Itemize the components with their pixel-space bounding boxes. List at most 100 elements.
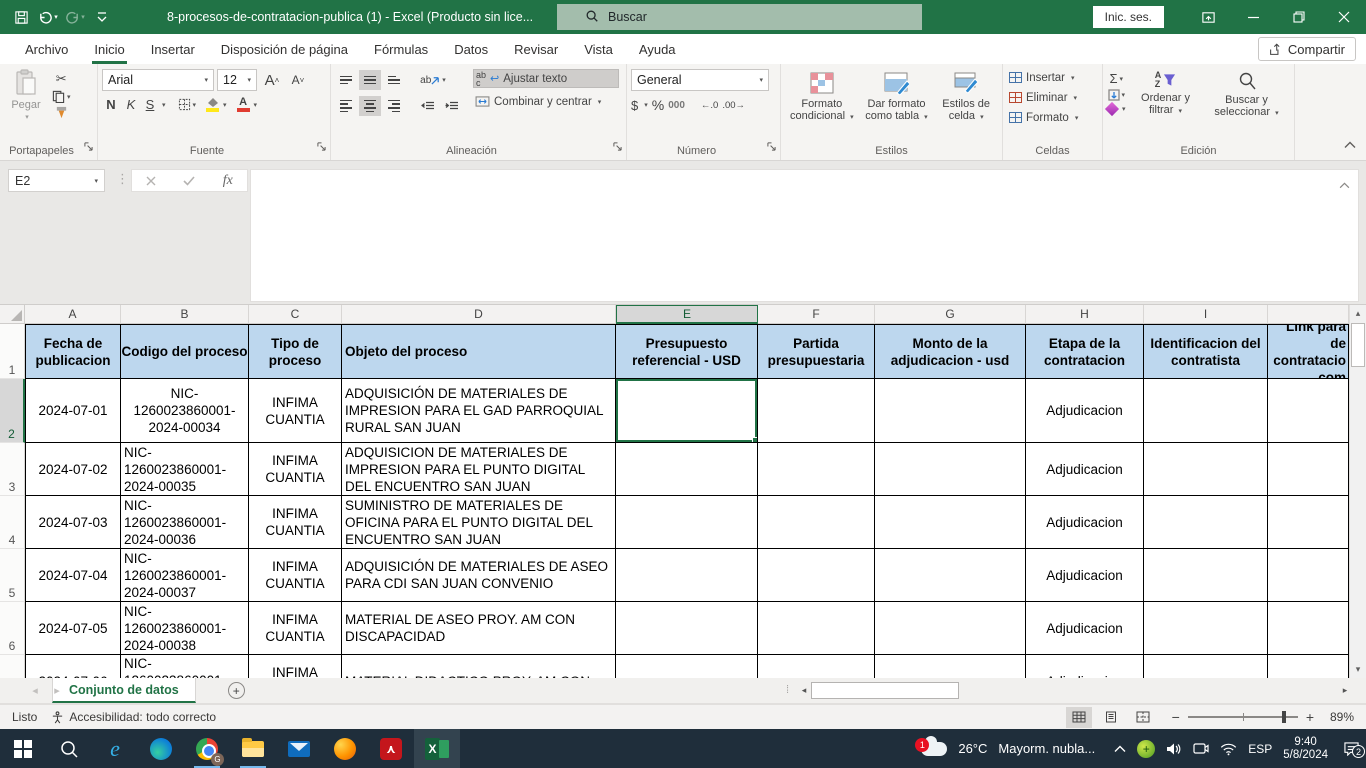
col-header-d[interactable]: D: [342, 305, 616, 324]
volume-icon[interactable]: [1166, 742, 1182, 756]
col-header-h[interactable]: H: [1026, 305, 1144, 324]
wrap-text-button[interactable]: abc↩ Ajustar texto: [473, 69, 619, 88]
cell[interactable]: NIC-1260023860001-2024-00038: [121, 602, 249, 655]
cell[interactable]: [1144, 379, 1268, 443]
header-cell[interactable]: Link para de contratacio com: [1268, 324, 1349, 379]
formula-input[interactable]: [250, 169, 1359, 302]
prev-sheet-icon[interactable]: ◂: [24, 678, 46, 703]
tab-inicio[interactable]: Inicio: [81, 34, 137, 64]
cancel-entry-icon[interactable]: [132, 176, 170, 186]
row-header-3[interactable]: 3: [0, 443, 25, 496]
row-header-7[interactable]: 7: [0, 655, 25, 678]
cell[interactable]: INFIMA CUANTIA: [249, 443, 342, 496]
scroll-up-icon[interactable]: ▴: [1350, 305, 1366, 322]
wifi-icon[interactable]: [1220, 742, 1237, 756]
header-cell[interactable]: Identificacion del contratista: [1144, 324, 1268, 379]
cell[interactable]: INFIMA CUANTIA: [249, 379, 342, 443]
copy-icon[interactable]: ▾: [52, 90, 71, 103]
close-button[interactable]: [1321, 0, 1366, 34]
font-size-select[interactable]: 12▾: [217, 69, 257, 91]
header-cell[interactable]: Tipo de proceso: [249, 324, 342, 379]
percent-format-icon[interactable]: %: [652, 97, 664, 113]
cell[interactable]: [758, 496, 875, 549]
comma-format-icon[interactable]: 000: [668, 100, 685, 111]
insert-function-icon[interactable]: fx: [209, 173, 247, 189]
zoom-slider-thumb[interactable]: [1282, 711, 1286, 723]
file-explorer-button[interactable]: [230, 729, 276, 768]
header-cell[interactable]: Presupuesto referencial - USD: [616, 324, 758, 379]
increase-indent-icon[interactable]: [441, 96, 463, 116]
cell[interactable]: NIC-1260023860001-2024-00036: [121, 496, 249, 549]
zoom-slider[interactable]: [1188, 716, 1298, 718]
fill-icon[interactable]: ▾: [1107, 89, 1126, 101]
cell[interactable]: Adjudicacion: [1026, 602, 1144, 655]
font-color-icon[interactable]: A: [237, 97, 250, 112]
cell[interactable]: [758, 379, 875, 443]
cell[interactable]: 2024-07-01: [25, 379, 121, 443]
format-painter-icon[interactable]: [52, 106, 71, 119]
cell[interactable]: [758, 655, 875, 678]
cell[interactable]: [1144, 443, 1268, 496]
firefox-button[interactable]: [322, 729, 368, 768]
cell[interactable]: MATERIAL DE ASEO PROY. AM CON DISCAPACID…: [342, 602, 616, 655]
cell[interactable]: INFIMA CUANTIA: [249, 549, 342, 602]
col-header-e[interactable]: E: [616, 305, 758, 324]
header-cell[interactable]: Partida presupuestaria: [758, 324, 875, 379]
hscroll-right-icon[interactable]: ▸: [1338, 682, 1352, 699]
tab-disposicion[interactable]: Disposición de página: [208, 34, 361, 64]
undo-button[interactable]: ▾: [35, 4, 61, 30]
tray-expand-icon[interactable]: [1114, 742, 1126, 756]
row-header-4[interactable]: 4: [0, 496, 25, 549]
format-cells-button[interactable]: Formato▾: [1007, 108, 1098, 127]
cell[interactable]: [758, 602, 875, 655]
selected-cell-e2[interactable]: [616, 379, 758, 443]
cell[interactable]: [1268, 443, 1349, 496]
cell[interactable]: [875, 602, 1026, 655]
next-sheet-icon[interactable]: ▸: [46, 678, 68, 703]
cell[interactable]: [616, 496, 758, 549]
row-header-1[interactable]: 1: [0, 324, 25, 379]
new-sheet-button[interactable]: +: [228, 682, 245, 699]
clock[interactable]: 9:40 5/8/2024: [1283, 736, 1328, 762]
cell[interactable]: INFIMA CUANTIA: [249, 496, 342, 549]
row-header-2[interactable]: 2: [0, 379, 25, 443]
align-bottom-icon[interactable]: [383, 70, 405, 90]
vertical-scrollbar[interactable]: ▴ ▾: [1349, 305, 1366, 678]
italic-button[interactable]: K: [122, 97, 140, 112]
bold-button[interactable]: N: [102, 97, 120, 112]
orientation-icon[interactable]: ab▾: [417, 70, 449, 90]
weather-temp[interactable]: 26°C: [958, 741, 987, 756]
cut-icon[interactable]: ✂: [52, 71, 71, 87]
header-cell[interactable]: Fecha de publicacion: [25, 324, 121, 379]
meet-now-icon[interactable]: [1193, 742, 1209, 755]
font-dialog-launcher-icon[interactable]: [317, 138, 326, 156]
number-dialog-launcher-icon[interactable]: [767, 138, 776, 156]
cell[interactable]: MATERIAL DIDACTICO PROY. AM CON: [342, 655, 616, 678]
taskbar-search-button[interactable]: [46, 729, 92, 768]
cell[interactable]: [875, 496, 1026, 549]
zoom-out-icon[interactable]: −: [1172, 709, 1180, 725]
col-header-i[interactable]: I: [1144, 305, 1268, 324]
weather-text[interactable]: Mayorm. nubla...: [998, 741, 1095, 756]
alignment-dialog-launcher-icon[interactable]: [613, 138, 622, 156]
collapse-ribbon-icon[interactable]: [1344, 136, 1356, 154]
cell[interactable]: [1268, 602, 1349, 655]
cell[interactable]: [1144, 602, 1268, 655]
acrobat-button[interactable]: ⋏: [368, 729, 414, 768]
customize-qat-button[interactable]: [89, 4, 115, 30]
font-name-select[interactable]: Arial▾: [102, 69, 214, 91]
increase-decimal-icon[interactable]: ←.0: [701, 100, 718, 111]
accessibility-status[interactable]: Accesibilidad: todo correcto: [51, 710, 216, 724]
tab-ayuda[interactable]: Ayuda: [626, 34, 689, 64]
excel-taskbar-button[interactable]: X: [414, 729, 460, 768]
col-header-g[interactable]: G: [875, 305, 1026, 324]
tab-datos[interactable]: Datos: [441, 34, 501, 64]
borders-icon[interactable]: ▾: [178, 98, 197, 111]
cell[interactable]: ADQUISICIÓN DE MATERIALES DE IMPRESION P…: [342, 379, 616, 443]
weather-widget[interactable]: 1: [921, 742, 947, 756]
zoom-in-icon[interactable]: +: [1306, 709, 1314, 725]
cell[interactable]: 2024-07-04: [25, 549, 121, 602]
cell[interactable]: [1144, 496, 1268, 549]
save-icon[interactable]: [8, 4, 34, 30]
cell[interactable]: [1268, 379, 1349, 443]
